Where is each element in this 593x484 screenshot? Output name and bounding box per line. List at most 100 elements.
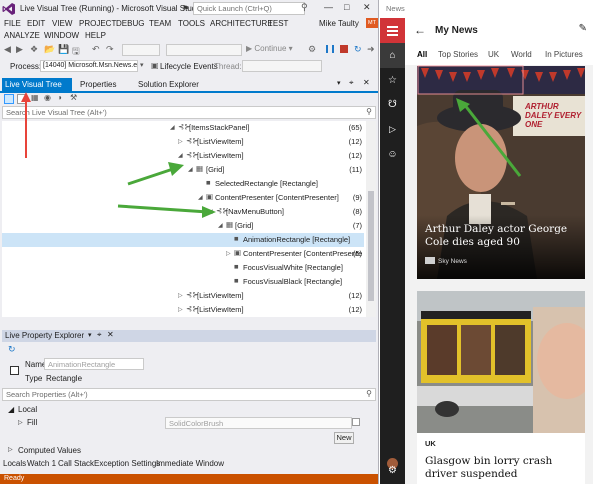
- live-visual-tree-search[interactable]: Search Live Visual Tree (Alt+') ⚲: [2, 106, 376, 119]
- menu-test[interactable]: TEST: [268, 19, 288, 28]
- undo-icon[interactable]: ↶: [92, 44, 100, 55]
- lifecycle-events-button[interactable]: Lifecycle Events: [160, 62, 218, 71]
- home-icon[interactable]: ⌂: [386, 49, 399, 62]
- hero-story-card[interactable]: ARTHUR DALEY EVERY ONE Arthur Daley acto…: [417, 66, 585, 279]
- tab-exception-settings[interactable]: Exception Settings: [94, 459, 160, 468]
- property-search-input[interactable]: Search Properties (Alt+') ⚲: [2, 388, 376, 401]
- continue-button[interactable]: ▶ Continue ▾: [246, 44, 293, 53]
- collapse-arrow-icon[interactable]: ◢: [178, 152, 183, 159]
- tree-row[interactable]: ◢ ⊰⊱ [ListViewItem] (12): [2, 149, 364, 163]
- tab-immediate-window[interactable]: Immediate Window: [156, 459, 224, 468]
- menu-window[interactable]: WINDOW: [44, 31, 79, 40]
- tab-world[interactable]: World: [511, 50, 532, 59]
- local-news-icon[interactable]: ☋: [386, 98, 399, 111]
- display-adorners-button[interactable]: [17, 94, 27, 104]
- menu-tools[interactable]: TOOLS: [178, 19, 205, 28]
- tree-row[interactable]: ▷ ⊰⊱ [ListViewItem] (12): [2, 289, 364, 303]
- edit-pencil-icon[interactable]: ✎: [579, 23, 587, 34]
- video-play-icon[interactable]: ▷: [386, 123, 399, 136]
- back-icon[interactable]: ◀: [4, 44, 11, 55]
- settings-gear-icon[interactable]: ⚙: [386, 464, 399, 477]
- close-pane-icon[interactable]: ✕: [107, 330, 114, 339]
- close-button[interactable]: ✕: [363, 2, 371, 13]
- save-all-icon[interactable]: 🖫: [72, 44, 80, 60]
- platform-combo[interactable]: [166, 44, 242, 56]
- menu-architecture[interactable]: ARCHITECTURE: [210, 19, 273, 28]
- pause-icon[interactable]: [326, 45, 334, 53]
- tree-row[interactable]: ◢ ▣ ContentPresenter [ContentPresenter] …: [2, 191, 364, 205]
- wrench-icon[interactable]: ⚒: [70, 93, 77, 102]
- fill-value-field[interactable]: SolidColorBrush: [165, 417, 352, 429]
- window-position-icon[interactable]: ▾: [337, 79, 341, 87]
- story-headline[interactable]: Glasgow bin lorry crash driver suspended: [425, 455, 583, 481]
- menu-debug[interactable]: DEBUG: [116, 19, 144, 28]
- tab-solution-explorer[interactable]: Solution Explorer: [138, 80, 199, 89]
- collapse-arrow-icon[interactable]: ◢: [198, 194, 203, 201]
- menu-view[interactable]: VIEW: [52, 19, 72, 28]
- feedback-smiley-icon[interactable]: ☺: [386, 148, 399, 161]
- menu-help[interactable]: HELP: [85, 31, 106, 40]
- tab-in-pictures[interactable]: In Pictures: [545, 50, 583, 59]
- tab-live-visual-tree[interactable]: Live Visual Tree: [2, 78, 72, 91]
- new-button[interactable]: New: [334, 432, 354, 444]
- hamburger-menu-button[interactable]: [380, 18, 405, 43]
- notification-flag-icon[interactable]: ⚑: [182, 4, 189, 13]
- tab-uk[interactable]: UK: [488, 50, 499, 59]
- tree-row[interactable]: ◢ ⊰⊱ [NavMenuButton] (8): [2, 205, 364, 219]
- tree-row[interactable]: ▷ ⊰⊱ [ListViewItem] (12): [2, 135, 364, 149]
- expand-arrow-icon[interactable]: ▷: [178, 292, 183, 299]
- minimize-button[interactable]: —: [324, 2, 333, 12]
- user-avatar[interactable]: MT: [366, 18, 378, 28]
- quick-launch-input[interactable]: Quick Launch (Ctrl+Q): [193, 2, 305, 15]
- new-project-icon[interactable]: ❖: [30, 44, 38, 55]
- menu-file[interactable]: FILE: [4, 19, 21, 28]
- collapse-arrow-icon[interactable]: ◢: [8, 405, 14, 414]
- process-combo[interactable]: [14040] Microsoft.Msn.News.ex: [40, 60, 138, 72]
- tab-top-stories[interactable]: Top Stories: [438, 50, 478, 59]
- attach-icon[interactable]: ⚙: [308, 44, 316, 55]
- tab-properties[interactable]: Properties: [80, 80, 116, 89]
- tree-row[interactable]: ◢ ⊰⊱ [ItemsStackPanel] (65): [2, 121, 364, 135]
- property-marker-icon[interactable]: [352, 418, 360, 426]
- step-icon[interactable]: ➜: [367, 44, 375, 55]
- tree-row[interactable]: ■ FocusVisualBlack [Rectangle]: [2, 275, 364, 289]
- tree-row[interactable]: ▷ ▣ ContentPresenter [ContentPresente (5…: [2, 247, 364, 261]
- tree-row[interactable]: ◢ ▦ [Grid] (7): [2, 219, 364, 233]
- tree-row-selected[interactable]: ■ AnimationRectangle [Rectangle]: [2, 233, 364, 247]
- tab-watch-1[interactable]: Watch 1: [27, 459, 56, 468]
- dropdown-icon[interactable]: ▾: [88, 331, 92, 339]
- expand-arrow-icon[interactable]: ▷: [226, 250, 231, 257]
- thread-combo[interactable]: [242, 60, 322, 72]
- restart-icon[interactable]: ↻: [354, 44, 362, 55]
- collapse-arrow-icon[interactable]: ◢: [170, 124, 175, 131]
- close-pane-icon[interactable]: ✕: [363, 78, 370, 87]
- tree-row[interactable]: ■ SelectedRectangle [Rectangle]: [2, 177, 364, 191]
- expand-all-icon[interactable]: ◑: [57, 93, 62, 102]
- configuration-combo[interactable]: [122, 44, 160, 56]
- pin-icon[interactable]: ⌖: [97, 330, 102, 340]
- tab-locals[interactable]: Locals: [3, 459, 26, 468]
- stop-icon[interactable]: [340, 45, 348, 53]
- expand-arrow-icon[interactable]: ▷: [178, 138, 183, 145]
- forward-icon[interactable]: ▶: [16, 44, 23, 55]
- expand-arrow-icon[interactable]: ▷: [18, 419, 23, 426]
- search-icon[interactable]: ⚲: [366, 107, 372, 116]
- save-icon[interactable]: 💾: [58, 44, 69, 55]
- tree-scrollbar[interactable]: [366, 121, 376, 317]
- tab-call-stack[interactable]: Call Stack: [58, 459, 94, 468]
- process-dropdown-icon[interactable]: ▾: [140, 61, 144, 69]
- name-field[interactable]: AnimationRectangle: [44, 358, 144, 370]
- menu-analyze[interactable]: ANALYZE: [4, 31, 40, 40]
- menu-project[interactable]: PROJECT: [79, 19, 116, 28]
- maximize-button[interactable]: □: [344, 2, 349, 12]
- preview-selection-icon[interactable]: ▦: [31, 93, 39, 102]
- select-element-button[interactable]: [4, 94, 14, 104]
- scrollbar-thumb[interactable]: [368, 191, 374, 301]
- back-arrow-icon[interactable]: ←: [414, 23, 426, 37]
- tree-row[interactable]: ◢ ▦ [Grid] (11): [2, 163, 364, 177]
- collapse-arrow-icon[interactable]: ◢: [218, 222, 223, 229]
- tab-all[interactable]: All: [417, 50, 427, 59]
- pin-icon[interactable]: ⌖: [349, 78, 354, 88]
- menu-team[interactable]: TEAM: [149, 19, 171, 28]
- search-icon[interactable]: ⚲: [301, 2, 310, 15]
